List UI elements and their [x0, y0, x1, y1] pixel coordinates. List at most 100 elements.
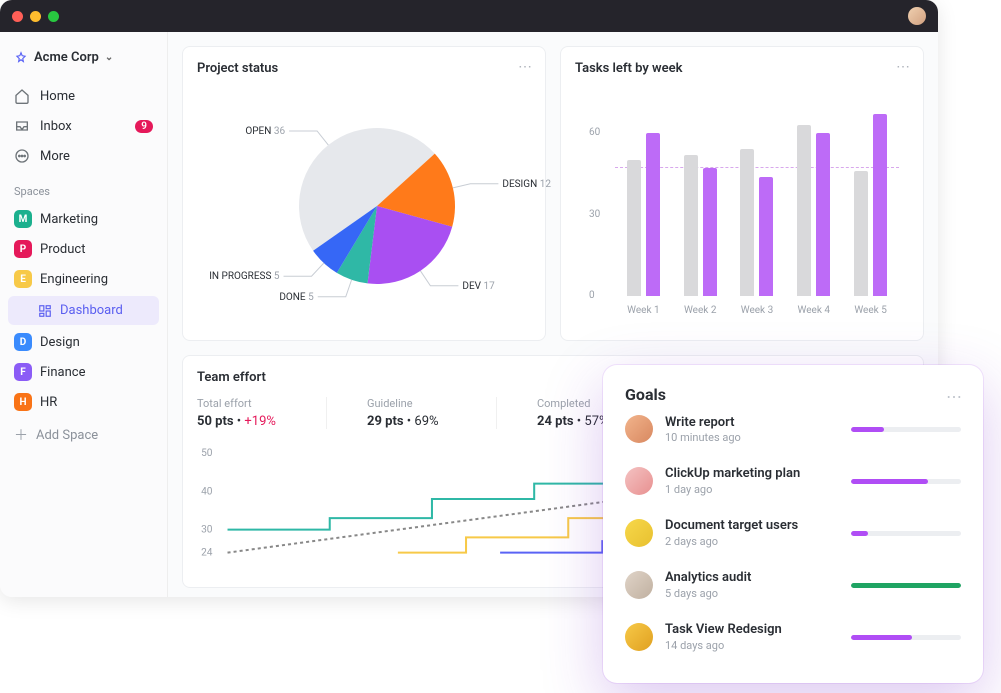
traffic-lights — [12, 11, 59, 22]
goal-avatar — [625, 519, 653, 547]
goal-text: Analytics audit 5 days ago — [665, 570, 839, 600]
goal-time: 14 days ago — [665, 639, 839, 652]
nav-home[interactable]: Home — [0, 81, 167, 111]
space-item-marketing[interactable]: M Marketing — [0, 204, 167, 234]
home-icon — [14, 88, 30, 104]
user-avatar[interactable] — [908, 7, 926, 25]
nav-home-label: Home — [40, 89, 75, 104]
space-item-hr[interactable]: H HR — [0, 387, 167, 417]
tasks-left-title: Tasks left by week — [575, 61, 909, 76]
svg-text:DEV 17: DEV 17 — [462, 281, 495, 292]
project-status-menu[interactable]: ⋯ — [518, 59, 533, 75]
tasks-left-card: Tasks left by week ⋯ 03060 Week 1Week 2W… — [560, 46, 924, 341]
titlebar — [0, 0, 938, 32]
sidebar: Acme Corp ⌄ Home Inbox 9 More Spaces — [0, 32, 168, 597]
dashboard-icon — [38, 304, 52, 318]
goal-time: 1 day ago — [665, 483, 839, 496]
goals-menu[interactable]: ⋯ — [946, 387, 963, 406]
space-item-design[interactable]: D Design — [0, 327, 167, 357]
goal-name: Document target users — [665, 518, 839, 535]
space-icon: E — [14, 270, 32, 288]
space-icon: P — [14, 240, 32, 258]
spaces-list: M Marketing P Product E Engineering Dashboard D… — [0, 204, 167, 417]
goal-avatar — [625, 571, 653, 599]
goal-progress — [851, 635, 961, 640]
spaces-section-label: Spaces — [0, 171, 167, 204]
workspace-name: Acme Corp — [34, 50, 99, 65]
goal-progress — [851, 479, 961, 484]
space-label: Product — [40, 242, 85, 257]
space-item-engineering[interactable]: E Engineering — [0, 264, 167, 294]
workspace-switcher[interactable]: Acme Corp ⌄ — [0, 44, 167, 71]
more-icon — [14, 148, 30, 164]
goals-title: Goals — [625, 385, 961, 404]
space-label: HR — [40, 395, 57, 410]
space-icon: H — [14, 393, 32, 411]
goal-row[interactable]: Task View Redesign 14 days ago — [625, 611, 961, 663]
goal-text: ClickUp marketing plan 1 day ago — [665, 466, 839, 496]
pie-svg: OPEN 36 DESIGN 12 DEV 17 DONE 5 IN PROGRESS … — [197, 76, 557, 326]
tasks-left-chart: 03060 Week 1Week 2Week 3Week 4Week 5 — [575, 76, 909, 326]
add-space-label: Add Space — [36, 428, 98, 443]
space-label: Finance — [40, 365, 85, 380]
primary-nav: Home Inbox 9 More — [0, 81, 167, 171]
goal-row[interactable]: Document target users 2 days ago — [625, 507, 961, 559]
sidebar-item-dashboard[interactable]: Dashboard — [8, 296, 159, 325]
svg-text:24: 24 — [201, 548, 213, 559]
goal-avatar — [625, 415, 653, 443]
goal-text: Task View Redesign 14 days ago — [665, 622, 839, 652]
nav-inbox-label: Inbox — [40, 119, 72, 134]
svg-text:DESIGN 12: DESIGN 12 — [502, 179, 551, 190]
goal-time: 2 days ago — [665, 535, 839, 548]
close-window-button[interactable] — [12, 11, 23, 22]
tasks-left-menu[interactable]: ⋯ — [896, 59, 911, 75]
project-status-card: Project status ⋯ OPEN 36DESIGN 12DEV 17D… — [182, 46, 546, 341]
inbox-badge: 9 — [135, 120, 153, 133]
goal-progress — [851, 583, 961, 588]
workspace-icon — [14, 51, 28, 65]
goal-name: Write report — [665, 415, 839, 432]
svg-text:40: 40 — [201, 486, 213, 497]
nav-more[interactable]: More — [0, 141, 167, 171]
goal-text: Write report 10 minutes ago — [665, 415, 839, 445]
space-item-finance[interactable]: F Finance — [0, 357, 167, 387]
inbox-icon — [14, 118, 30, 134]
goal-name: Analytics audit — [665, 570, 839, 587]
goal-avatar — [625, 467, 653, 495]
goal-row[interactable]: Analytics audit 5 days ago — [625, 559, 961, 611]
goal-row[interactable]: ClickUp marketing plan 1 day ago — [625, 455, 961, 507]
goal-progress — [851, 427, 961, 432]
space-icon: D — [14, 333, 32, 351]
space-label: Design — [40, 335, 80, 350]
goals-panel: Goals ⋯ Write report 10 minutes ago Clic… — [603, 365, 983, 683]
goal-time: 5 days ago — [665, 587, 839, 600]
plus-icon: ＋ — [14, 425, 28, 445]
space-item-product[interactable]: P Product — [0, 234, 167, 264]
goal-name: ClickUp marketing plan — [665, 466, 839, 483]
space-label: Engineering — [40, 272, 108, 287]
stat-guideline: Guideline 29 pts • 69% — [367, 397, 497, 429]
svg-text:50: 50 — [201, 448, 213, 459]
svg-text:DONE 5: DONE 5 — [279, 292, 314, 303]
space-label: Marketing — [40, 212, 98, 227]
goal-avatar — [625, 623, 653, 651]
space-icon: F — [14, 363, 32, 381]
project-status-chart: OPEN 36DESIGN 12DEV 17DONE 5IN PROGRESS … — [197, 76, 531, 326]
dashboard-label: Dashboard — [60, 303, 123, 318]
goal-row[interactable]: Write report 10 minutes ago — [625, 404, 961, 456]
svg-text:IN PROGRESS 5: IN PROGRESS 5 — [209, 271, 280, 282]
nav-more-label: More — [40, 149, 70, 164]
minimize-window-button[interactable] — [30, 11, 41, 22]
nav-inbox[interactable]: Inbox 9 — [0, 111, 167, 141]
maximize-window-button[interactable] — [48, 11, 59, 22]
svg-text:OPEN 36: OPEN 36 — [245, 126, 285, 137]
stat-total: Total effort 50 pts • +19% — [197, 397, 327, 429]
goal-time: 10 minutes ago — [665, 431, 839, 444]
chevron-down-icon: ⌄ — [105, 52, 113, 63]
add-space-button[interactable]: ＋ Add Space — [0, 417, 167, 453]
goal-text: Document target users 2 days ago — [665, 518, 839, 548]
goal-progress — [851, 531, 961, 536]
goals-list: Write report 10 minutes ago ClickUp mark… — [625, 404, 961, 663]
svg-text:30: 30 — [201, 525, 213, 536]
space-icon: M — [14, 210, 32, 228]
